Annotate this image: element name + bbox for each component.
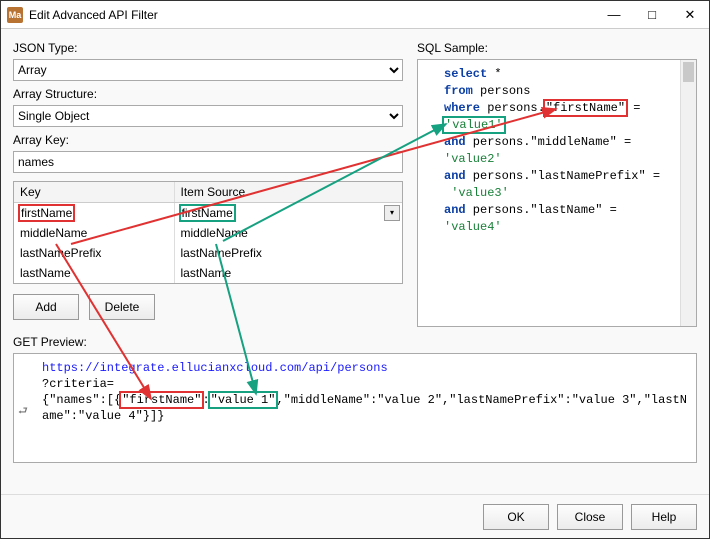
json-type-select[interactable]: Array: [13, 59, 403, 81]
chevron-down-icon[interactable]: ▾: [384, 205, 400, 221]
key-cell: lastNamePrefix: [14, 243, 174, 263]
app-icon: Ma: [7, 7, 23, 23]
titlebar: Ma Edit Advanced API Filter ― □ ✕: [1, 1, 709, 29]
sql-sample-box: select *from personswhere persons."first…: [417, 59, 697, 327]
delete-button[interactable]: Delete: [89, 294, 155, 320]
get-firstname-key: "firstName": [121, 393, 202, 407]
close-window-button[interactable]: ✕: [671, 1, 709, 29]
sql-firstname-col: "firstName": [545, 101, 626, 115]
key-cell: lastName: [14, 263, 174, 283]
source-cell: lastName: [174, 263, 402, 283]
array-key-label: Array Key:: [13, 133, 403, 147]
source-cell: lastNamePrefix: [174, 243, 402, 263]
col-source-header[interactable]: Item Source: [174, 182, 402, 203]
wrap-icon: ⮐: [18, 404, 28, 420]
minimize-button[interactable]: ―: [595, 1, 633, 29]
col-key-header[interactable]: Key: [14, 182, 174, 203]
key-source-table: Key Item Source firstName firstName ▾: [13, 181, 403, 284]
source-cell: middleName: [174, 223, 402, 243]
get-preview-box: ⮐ https://integrate.ellucianxcloud.com/a…: [13, 353, 697, 463]
ok-button[interactable]: OK: [483, 504, 549, 530]
key-cell: middleName: [14, 223, 174, 243]
array-structure-select[interactable]: Single Object: [13, 105, 403, 127]
json-type-label: JSON Type:: [13, 41, 403, 55]
table-row[interactable]: firstName firstName ▾: [14, 203, 402, 223]
maximize-button[interactable]: □: [633, 1, 671, 29]
dialog-footer: OK Close Help: [1, 494, 709, 538]
table-row[interactable]: lastNamePrefix lastNamePrefix: [14, 243, 402, 263]
get-value1: "value 1": [210, 393, 277, 407]
sql-value1: 'value1': [444, 118, 504, 132]
table-row[interactable]: middleName middleName: [14, 223, 402, 243]
source-cell: firstName: [181, 206, 234, 220]
sql-sample-label: SQL Sample:: [417, 41, 697, 55]
dialog-window: Ma Edit Advanced API Filter ― □ ✕ JSON T…: [0, 0, 710, 539]
array-key-input[interactable]: [13, 151, 403, 173]
get-url: https://integrate.ellucianxcloud.com/api…: [42, 361, 388, 375]
key-cell: firstName: [20, 206, 73, 220]
scrollbar[interactable]: [680, 60, 696, 326]
close-button[interactable]: Close: [557, 504, 623, 530]
help-button[interactable]: Help: [631, 504, 697, 530]
get-preview-label: GET Preview:: [13, 335, 697, 349]
add-button[interactable]: Add: [13, 294, 79, 320]
window-title: Edit Advanced API Filter: [29, 8, 158, 22]
array-structure-label: Array Structure:: [13, 87, 403, 101]
table-row[interactable]: lastName lastName: [14, 263, 402, 283]
